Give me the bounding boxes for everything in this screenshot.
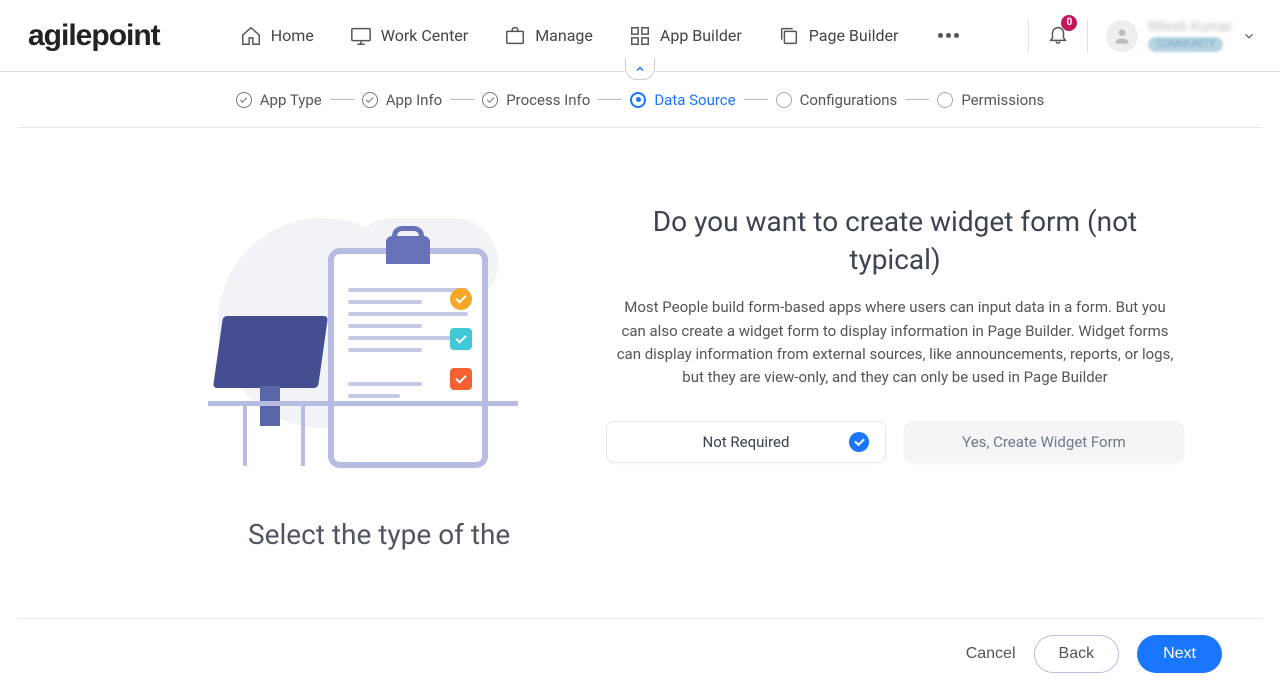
nav-label: Page Builder bbox=[809, 26, 899, 45]
step-app-info[interactable]: App Info bbox=[362, 91, 442, 109]
step-divider bbox=[450, 99, 474, 100]
nav-home[interactable]: Home bbox=[240, 25, 314, 47]
section-description: Most People build form-based apps where … bbox=[615, 296, 1175, 389]
step-label: Process Info bbox=[506, 91, 590, 109]
step-label: App Type bbox=[260, 91, 322, 109]
option-row: Not Required Yes, Create Widget Form bbox=[568, 421, 1222, 463]
collapse-toggle[interactable] bbox=[625, 58, 655, 80]
section-heading: Do you want to create widget form (not t… bbox=[615, 203, 1175, 279]
nav-label: Manage bbox=[535, 26, 593, 45]
step-label: App Info bbox=[386, 91, 442, 109]
step-divider bbox=[744, 99, 768, 100]
notifications-button[interactable]: 0 bbox=[1047, 23, 1069, 49]
step-process-info[interactable]: Process Info bbox=[482, 91, 590, 109]
user-name: Nilesh Kumar bbox=[1148, 19, 1232, 35]
step-configurations[interactable]: Configurations bbox=[776, 91, 898, 109]
pending-step-icon bbox=[776, 92, 792, 108]
nav-workcenter[interactable]: Work Center bbox=[350, 25, 468, 47]
chevron-down-icon bbox=[1242, 29, 1256, 43]
nav-label: Home bbox=[271, 26, 314, 45]
cancel-button[interactable]: Cancel bbox=[966, 645, 1016, 663]
step-label: Permissions bbox=[961, 91, 1044, 109]
top-bar: agilepoint Home Work Center Manage App B… bbox=[0, 0, 1280, 72]
logo: agilepoint bbox=[28, 19, 160, 53]
nav-pagebuilder[interactable]: Page Builder bbox=[778, 25, 899, 47]
content-area: Do you want to create widget form (not t… bbox=[18, 128, 1262, 618]
step-app-type[interactable]: App Type bbox=[236, 91, 322, 109]
step-divider bbox=[905, 99, 929, 100]
topbar-right: 0 Nilesh Kumar COMMUNITY bbox=[1028, 19, 1256, 52]
copy-icon bbox=[778, 25, 800, 47]
step-divider bbox=[598, 99, 622, 100]
divider bbox=[1028, 20, 1029, 52]
nav-appbuilder[interactable]: App Builder bbox=[629, 25, 742, 47]
divider bbox=[1087, 20, 1088, 52]
step-divider bbox=[330, 99, 354, 100]
step-permissions[interactable]: Permissions bbox=[937, 91, 1044, 109]
briefcase-icon bbox=[504, 25, 526, 47]
current-step-icon bbox=[630, 92, 646, 108]
chevron-up-icon bbox=[634, 63, 646, 75]
notif-badge: 0 bbox=[1061, 15, 1077, 31]
option-not-required[interactable]: Not Required bbox=[606, 421, 886, 463]
next-button[interactable]: Next bbox=[1137, 635, 1222, 673]
nav-manage[interactable]: Manage bbox=[504, 25, 593, 47]
monitor-icon bbox=[350, 25, 372, 47]
grid-icon bbox=[629, 25, 651, 47]
nav-items: Home Work Center Manage App Builder Page… bbox=[240, 25, 960, 47]
check-icon bbox=[482, 92, 498, 108]
nav-label: App Builder bbox=[660, 26, 742, 45]
nav-label: Work Center bbox=[381, 26, 468, 45]
option-create-widget-form[interactable]: Yes, Create Widget Form bbox=[904, 421, 1184, 463]
pending-step-icon bbox=[937, 92, 953, 108]
illustration bbox=[208, 188, 528, 478]
secondary-heading: Select the type of the bbox=[18, 518, 1262, 591]
user-icon bbox=[1112, 26, 1132, 46]
check-icon bbox=[236, 92, 252, 108]
option-label: Not Required bbox=[703, 433, 790, 451]
step-label: Configurations bbox=[800, 91, 898, 109]
back-button[interactable]: Back bbox=[1034, 635, 1120, 673]
option-label: Yes, Create Widget Form bbox=[962, 433, 1126, 451]
wizard-steps: App Type App Info Process Info Data Sour… bbox=[18, 72, 1262, 128]
user-menu[interactable]: Nilesh Kumar COMMUNITY bbox=[1106, 19, 1256, 52]
home-icon bbox=[240, 25, 262, 47]
check-icon bbox=[362, 92, 378, 108]
more-icon[interactable] bbox=[938, 33, 959, 38]
avatar bbox=[1106, 20, 1138, 52]
selected-check-icon bbox=[849, 432, 869, 452]
user-badge: COMMUNITY bbox=[1148, 37, 1223, 52]
footer-actions: Cancel Back Next bbox=[18, 618, 1262, 688]
step-label: Data Source bbox=[654, 91, 735, 109]
user-info: Nilesh Kumar COMMUNITY bbox=[1148, 19, 1232, 52]
step-data-source[interactable]: Data Source bbox=[630, 91, 735, 109]
